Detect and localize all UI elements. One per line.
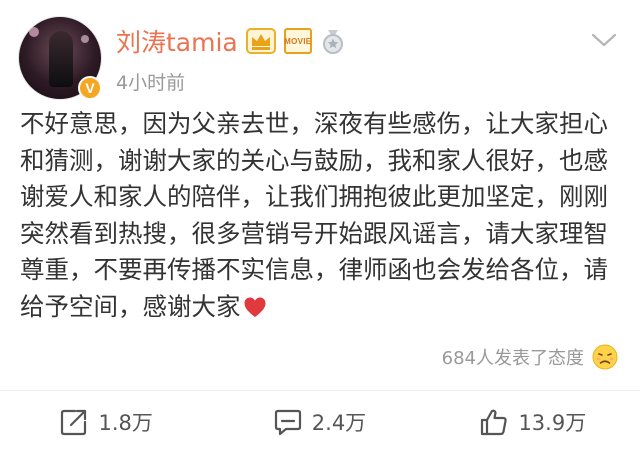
- comment-count: 2.4万: [311, 411, 367, 435]
- comment-icon: [274, 409, 301, 436]
- like-count: 13.9万: [518, 411, 587, 435]
- post-time: 4小时前: [116, 72, 186, 94]
- heart-icon: [244, 297, 265, 317]
- post-text: 不好意思，因为父亲去世，深夜有些感伤，让大家担心和猜测，谢谢大家的关心与鼓励，我…: [20, 109, 608, 321]
- repost-button[interactable]: 1.8万: [0, 391, 213, 453]
- like-button[interactable]: 13.9万: [427, 391, 640, 453]
- comment-button[interactable]: 2.4万: [213, 391, 426, 453]
- sad-face-icon[interactable]: [592, 344, 618, 370]
- avatar-container[interactable]: V: [18, 16, 102, 100]
- author-name[interactable]: 刘涛tamia: [116, 23, 238, 59]
- repost-icon: [61, 409, 87, 436]
- avatar-stage-light: [81, 35, 89, 43]
- medal-icon[interactable]: [320, 28, 346, 54]
- movie-badge[interactable]: MOVIE: [283, 28, 312, 54]
- verified-badge-icon: V: [78, 76, 102, 100]
- reactions-count[interactable]: 684人发表了态度: [442, 344, 584, 370]
- avatar-figure: [49, 31, 73, 87]
- chevron-down-icon[interactable]: [590, 30, 618, 50]
- action-bar: 1.8万 2.4万 13.9万: [0, 391, 640, 453]
- avatar-stage-light: [29, 27, 39, 37]
- repost-count: 1.8万: [98, 411, 153, 435]
- author-name-row: 刘涛tamia MOVIE: [116, 24, 346, 58]
- post-body: 不好意思，因为父亲去世，深夜有些感伤，让大家担心和猜测，谢谢大家的关心与鼓励，我…: [20, 106, 624, 325]
- reactions-summary[interactable]: 684人发表了态度: [442, 342, 618, 372]
- thumbs-up-icon: [481, 409, 508, 436]
- crown-icon[interactable]: [245, 28, 276, 54]
- post-header: V 刘涛tamia MOVIE 4小时前: [18, 16, 622, 100]
